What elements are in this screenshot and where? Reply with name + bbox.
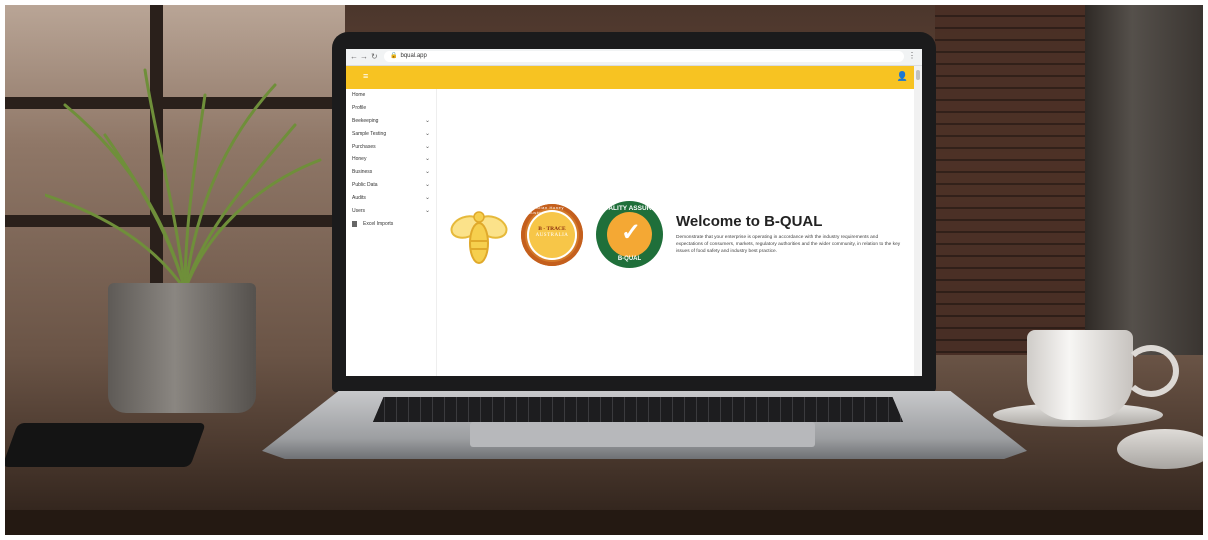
- b-trace-subtitle: AUSTRALIA: [535, 233, 569, 238]
- chevron-down-icon: ⌄: [424, 169, 430, 176]
- laptop-keyboard: [373, 397, 903, 422]
- page-scrollbar[interactable]: [914, 66, 922, 376]
- sidebar-item-label: Profile: [352, 104, 367, 111]
- user-account-icon[interactable]: 👤: [897, 71, 908, 82]
- sidebar-item-label: Business: [352, 169, 373, 176]
- coffee-cup: [1027, 330, 1133, 420]
- sidebar-item-purchases[interactable]: Purchases ⌄: [346, 141, 436, 154]
- background-brick-wall: [935, 5, 1085, 355]
- sidebar-item-label: Purchases: [352, 143, 376, 150]
- back-icon[interactable]: ←: [350, 52, 358, 61]
- sidebar-item-audits[interactable]: Audits ⌄: [346, 192, 436, 205]
- checkmark-icon: ✓: [621, 219, 642, 246]
- smartphone: [5, 423, 207, 467]
- page-title: Welcome to B-QUAL: [676, 213, 823, 230]
- sidebar-item-label: Beekeeping: [352, 117, 379, 124]
- main-content: B - TRACE AUSTRALIA Australian Honey Ind…: [436, 89, 914, 376]
- chevron-down-icon: ⌄: [424, 195, 430, 202]
- sidebar-item-home[interactable]: Home: [346, 89, 436, 102]
- quality-assured-text: QUALITY ASSURED: [598, 205, 661, 212]
- b-trace-title: B - TRACE: [538, 226, 566, 232]
- chevron-down-icon: ⌄: [424, 143, 430, 150]
- sidebar-item-label: Home: [352, 92, 366, 98]
- welcome-block: Welcome to B-QUAL Demonstrate that your …: [676, 213, 906, 255]
- sidebar-item-users[interactable]: Users ⌄: [346, 205, 436, 218]
- url-text: bqual.app: [400, 53, 427, 59]
- browser-toolbar: ← → ↻ 🔒 bqual.app ⋮: [346, 49, 922, 66]
- welcome-description: Demonstrate that your enterprise is oper…: [676, 235, 901, 254]
- sidebar-item-business[interactable]: Business ⌄: [346, 166, 436, 179]
- b-trace-australia-logo: B - TRACE AUSTRALIA Australian Honey Ind…: [521, 204, 583, 266]
- sidebar-item-public-data[interactable]: Public Data ⌄: [346, 179, 436, 192]
- sidebar-nav: Home Profile Beekeeping ⌄ Sample Testing ⌄…: [346, 89, 437, 376]
- sidebar-item-excel-imports[interactable]: Excel Imports: [346, 218, 436, 231]
- sidebar-item-label: Public Data: [352, 182, 378, 189]
- laptop-trackpad: [470, 422, 815, 447]
- chevron-down-icon: ⌄: [424, 117, 430, 124]
- forward-icon[interactable]: →: [360, 52, 368, 61]
- table-edge: [5, 510, 1203, 535]
- bee-logo: [450, 211, 508, 264]
- lock-icon: 🔒: [390, 53, 398, 59]
- chevron-down-icon: ⌄: [424, 130, 430, 137]
- plant-pot: [108, 283, 256, 413]
- sidebar-item-label: Honey: [352, 156, 367, 163]
- browser-menu-icon[interactable]: ⋮: [908, 51, 916, 60]
- sidebar-item-beekeeping[interactable]: Beekeeping ⌄: [346, 115, 436, 128]
- sidebar-item-label: Users: [352, 208, 366, 215]
- sidebar-item-label: Audits: [352, 195, 366, 202]
- computer-mouse: [1117, 429, 1203, 469]
- chevron-down-icon: ⌄: [424, 182, 430, 189]
- file-icon: [352, 220, 357, 227]
- laptop-screen: ← → ↻ 🔒 bqual.app ⋮ ≡ 👤 Home Profile Beek…: [346, 49, 922, 376]
- chevron-down-icon: ⌄: [424, 208, 430, 215]
- hamburger-menu-icon[interactable]: ≡: [363, 71, 368, 81]
- quality-assured-logo: ✓ QUALITY ASSURED B-QUAL: [596, 201, 663, 268]
- sidebar-item-honey[interactable]: Honey ⌄: [346, 153, 436, 166]
- scrollbar-thumb[interactable]: [916, 70, 920, 80]
- photo-scene: ← → ↻ 🔒 bqual.app ⋮ ≡ 👤 Home Profile Beek…: [5, 5, 1203, 535]
- sidebar-item-label: Sample Testing: [352, 130, 387, 137]
- plant-leaves: [45, 68, 322, 292]
- sidebar-item-profile[interactable]: Profile: [346, 102, 436, 115]
- b-trace-logo-inner: B - TRACE AUSTRALIA: [527, 210, 577, 260]
- honeycomb-icon: ✓: [607, 212, 652, 257]
- cup-handle: [1123, 345, 1179, 397]
- app-header: ≡ 👤: [346, 66, 914, 89]
- b-trace-ring-text: Australian Honey Industry: [524, 205, 565, 215]
- address-bar[interactable]: 🔒 bqual.app: [384, 51, 904, 62]
- b-qual-badge-text: B-QUAL: [617, 256, 642, 262]
- sidebar-item-label: Excel Imports: [363, 220, 394, 227]
- background-stone-wall: [1085, 5, 1203, 355]
- reload-icon[interactable]: ↻: [371, 52, 378, 61]
- sidebar-item-sample-testing[interactable]: Sample Testing ⌄: [346, 128, 436, 141]
- chevron-down-icon: ⌄: [424, 156, 430, 163]
